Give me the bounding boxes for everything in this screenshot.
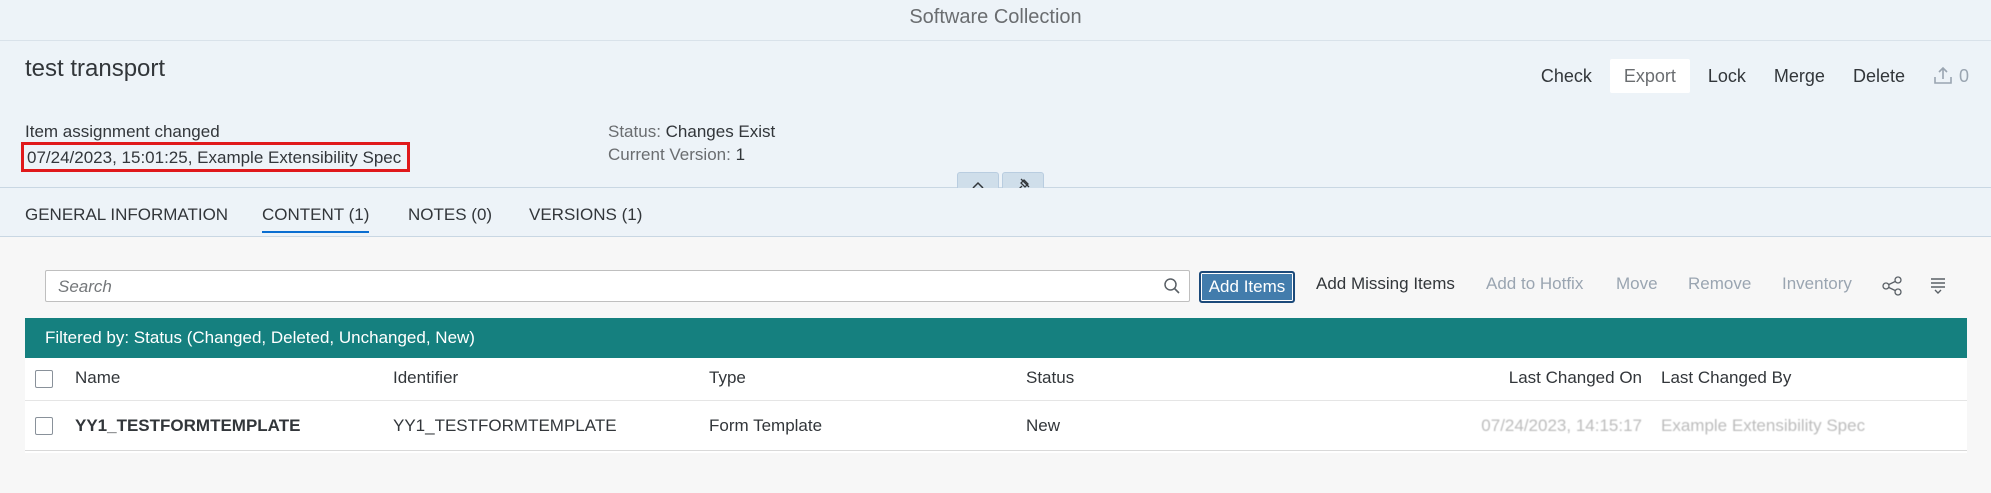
add-items-button[interactable]: Add Items xyxy=(1199,271,1295,303)
last-change-description: Item assignment changed xyxy=(25,122,220,141)
cell-type: Form Template xyxy=(709,416,823,435)
app-title-bar: Software Collection xyxy=(0,0,1991,41)
cell-identifier: YY1_TESTFORMTEMPLATE xyxy=(393,416,617,435)
content-panel: Add Items Add Missing Items Add to Hotfi… xyxy=(25,257,1967,453)
table-header: Name Identifier Type Status Last Changed… xyxy=(25,358,1967,401)
tab-general-information[interactable]: GENERAL INFORMATION xyxy=(25,205,228,225)
cell-last-changed-on: 07/24/2023, 14:15:17 xyxy=(1481,416,1642,435)
version-value: 1 xyxy=(735,145,746,164)
version-row: Current Version: 1 xyxy=(608,143,775,166)
tab-notes[interactable]: NOTES (0) xyxy=(408,205,492,225)
filter-info-bar: Filtered by: Status (Changed, Deleted, U… xyxy=(25,318,1967,358)
table-toolbar: Add Items Add Missing Items Add to Hotfi… xyxy=(25,257,1967,318)
merge-button[interactable]: Merge xyxy=(1760,59,1839,93)
search-icon[interactable] xyxy=(1163,277,1181,295)
column-header-type[interactable]: Type xyxy=(709,368,746,388)
move-button[interactable]: Move xyxy=(1616,274,1658,294)
lock-button[interactable]: Lock xyxy=(1694,59,1760,93)
filter-text: Filtered by: Status (Changed, Deleted, U… xyxy=(45,328,475,347)
last-change-details: 07/24/2023, 15:01:25, Example Extensibil… xyxy=(21,142,411,172)
add-to-hotfix-button[interactable]: Add to Hotfix xyxy=(1486,274,1583,294)
column-header-name[interactable]: Name xyxy=(75,368,120,388)
app-title: Software Collection xyxy=(909,6,1082,28)
object-header: test transport Check Export Lock Merge D… xyxy=(0,41,1991,198)
tab-versions[interactable]: VERSIONS (1) xyxy=(529,205,642,225)
select-all-checkbox[interactable] xyxy=(35,370,53,388)
column-settings-icon[interactable] xyxy=(1929,276,1947,294)
cell-last-changed-by: Example Extensibility Spec xyxy=(1661,416,1866,435)
add-missing-items-button[interactable]: Add Missing Items xyxy=(1316,274,1455,294)
upload-count: 0 xyxy=(1958,65,1969,86)
status-block: Status: Changes Exist Current Version: 1 xyxy=(608,120,775,166)
upload-icon xyxy=(1934,66,1952,84)
version-label: Current Version: xyxy=(608,145,731,164)
share-icon[interactable] xyxy=(1881,275,1903,297)
header-actions: Check Export Lock Merge Delete 0 xyxy=(1527,59,1969,93)
status-row: Status: Changes Exist xyxy=(608,120,775,143)
column-header-last-changed-on[interactable]: Last Changed On xyxy=(1425,368,1642,388)
table-row[interactable]: YY1_TESTFORMTEMPLATE YY1_TESTFORMTEMPLAT… xyxy=(25,401,1967,451)
tab-bar: GENERAL INFORMATION CONTENT (1) NOTES (0… xyxy=(0,188,1991,237)
cell-status: New xyxy=(1026,416,1061,435)
check-button[interactable]: Check xyxy=(1527,59,1606,93)
row-checkbox[interactable] xyxy=(35,417,53,435)
remove-button[interactable]: Remove xyxy=(1688,274,1751,294)
tab-content[interactable]: CONTENT (1) xyxy=(262,205,370,233)
status-value: Changes Exist xyxy=(665,122,776,141)
search-input[interactable] xyxy=(56,275,1140,299)
column-header-last-changed-by[interactable]: Last Changed By xyxy=(1661,368,1791,388)
object-title: test transport xyxy=(25,55,166,82)
cell-name: YY1_TESTFORMTEMPLATE xyxy=(75,416,301,435)
export-button[interactable]: Export xyxy=(1609,59,1690,93)
upload-button[interactable]: 0 xyxy=(1919,60,1969,93)
column-header-identifier[interactable]: Identifier xyxy=(393,368,458,388)
column-header-status[interactable]: Status xyxy=(1026,368,1074,388)
delete-button[interactable]: Delete xyxy=(1839,59,1919,93)
search-field[interactable] xyxy=(45,270,1190,302)
inventory-button[interactable]: Inventory xyxy=(1782,274,1852,294)
status-label: Status: xyxy=(608,122,661,141)
